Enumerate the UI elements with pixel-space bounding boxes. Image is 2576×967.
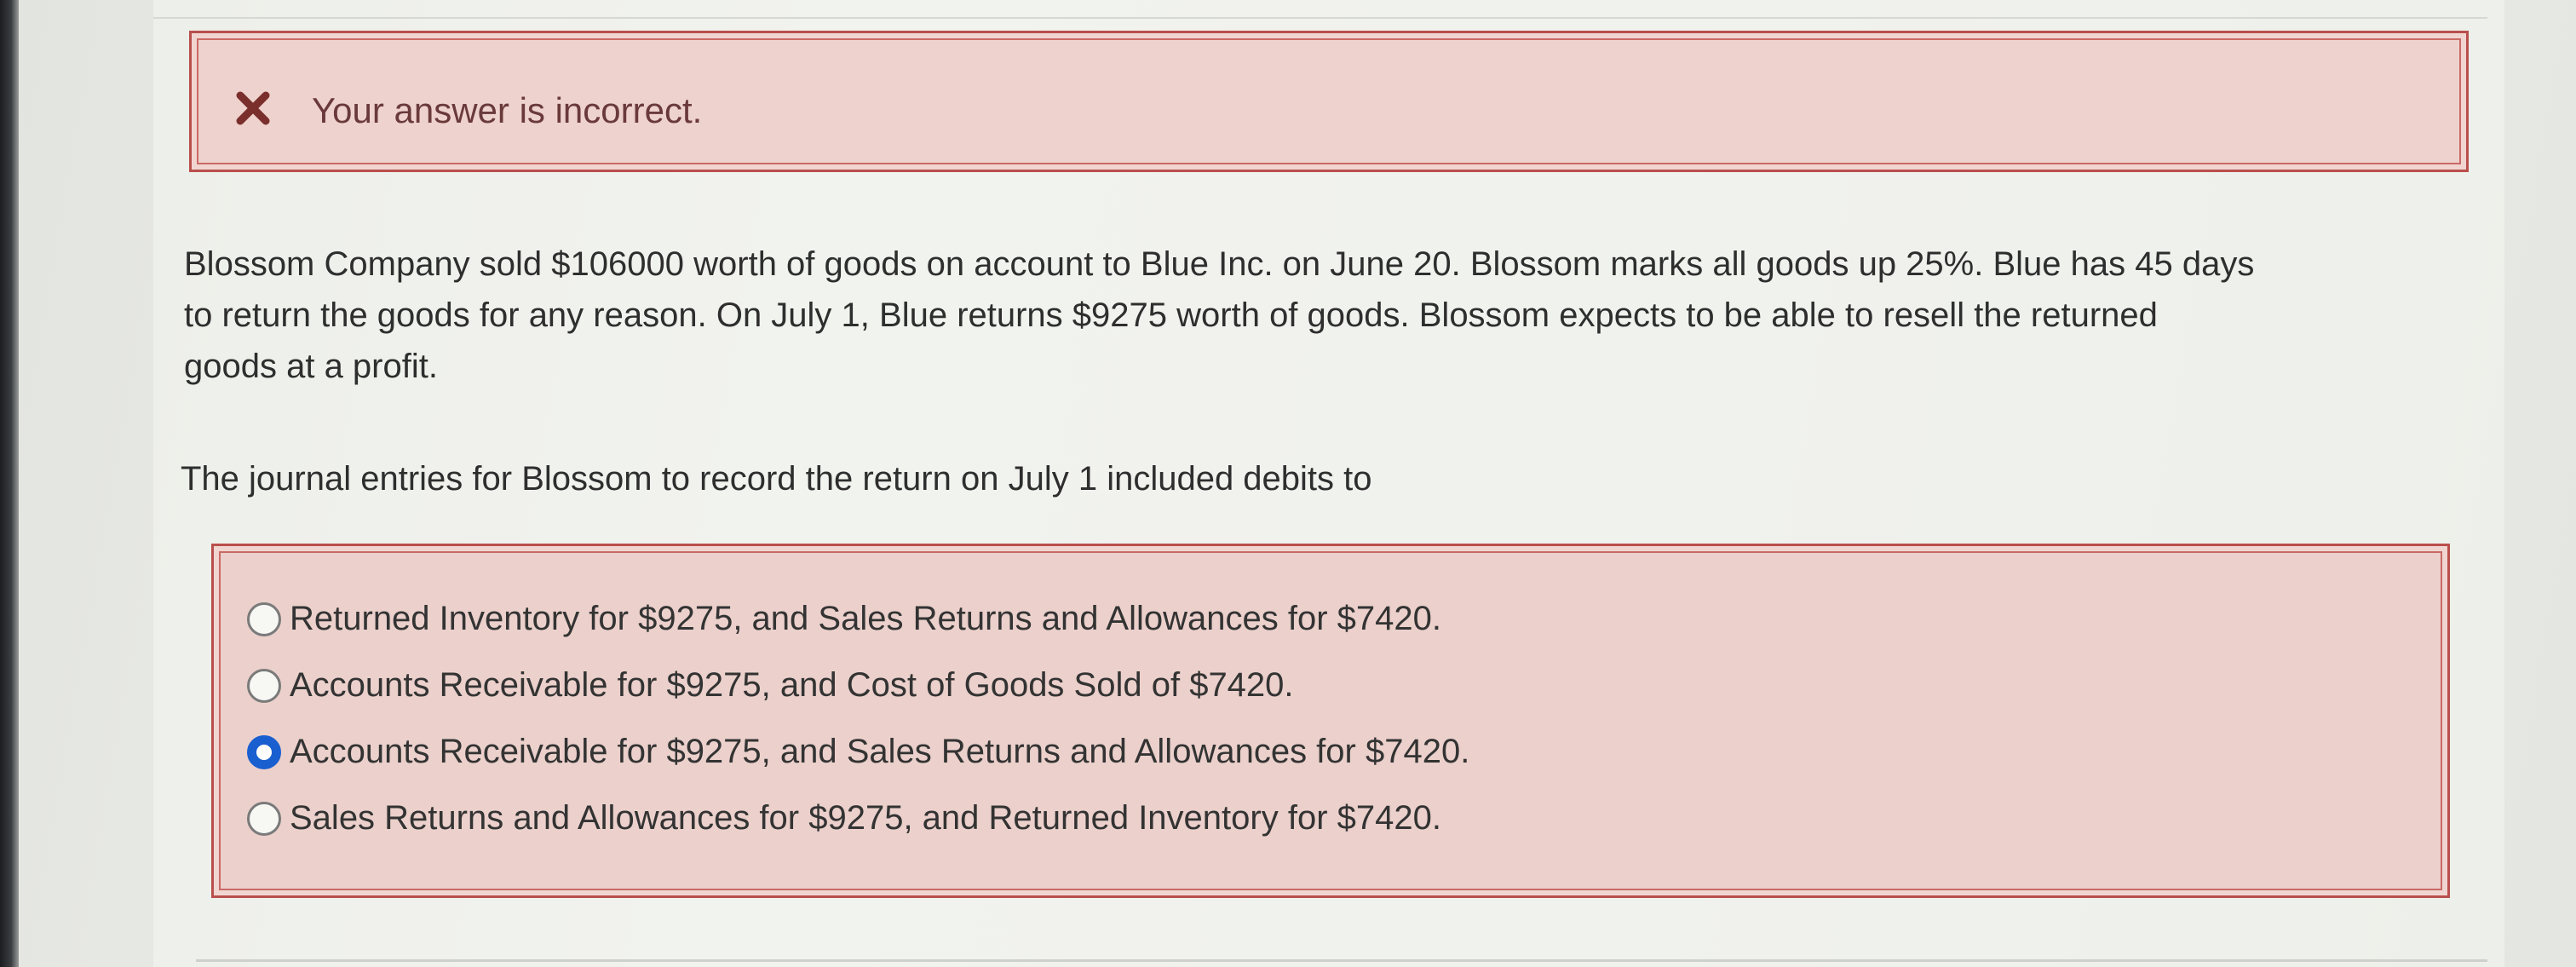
x-icon <box>236 91 270 125</box>
radio-button[interactable] <box>247 668 281 703</box>
option-label: Returned Inventory for $9275, and Sales … <box>290 600 1441 637</box>
answer-option-3[interactable]: Accounts Receivable for $9275, and Sales… <box>247 733 1469 771</box>
option-label: Accounts Receivable for $9275, and Cost … <box>290 666 1294 704</box>
answer-options-box <box>211 544 2450 898</box>
question-line: to return the goods for any reason. On J… <box>184 296 2158 334</box>
page: Your answer is incorrect. Blossom Compan… <box>0 0 2576 967</box>
question-text: Blossom Company sold $106000 worth of go… <box>184 239 2484 392</box>
option-label: Accounts Receivable for $9275, and Sales… <box>290 733 1470 770</box>
screen-bezel <box>0 0 19 967</box>
question-line: Blossom Company sold $106000 worth of go… <box>184 245 2255 283</box>
option-label: Sales Returns and Allowances for $9275, … <box>290 799 1441 837</box>
radio-button[interactable] <box>247 601 281 636</box>
radio-button[interactable] <box>247 801 281 836</box>
divider <box>196 959 2487 962</box>
question-line: goods at a profit. <box>184 348 438 385</box>
answer-option-4[interactable]: Sales Returns and Allowances for $9275, … <box>247 799 1441 837</box>
question-prompt: The journal entries for Blossom to recor… <box>181 460 1372 498</box>
feedback-message: Your answer is incorrect. <box>312 90 703 130</box>
divider <box>153 17 2487 19</box>
answer-option-2[interactable]: Accounts Receivable for $9275, and Cost … <box>247 666 1294 705</box>
answer-option-1[interactable]: Returned Inventory for $9275, and Sales … <box>247 600 1441 638</box>
radio-button[interactable] <box>247 734 281 769</box>
